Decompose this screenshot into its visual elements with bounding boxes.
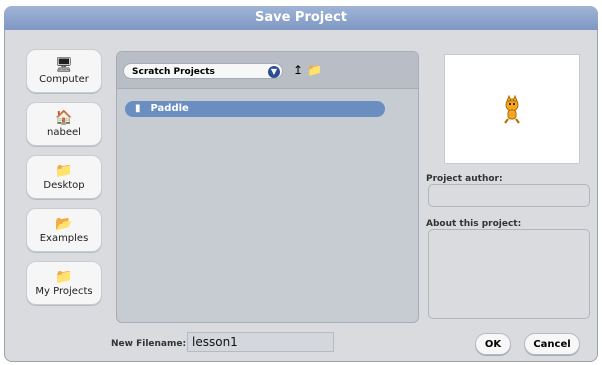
folder-icon: 📁 — [55, 268, 73, 285]
sidebar-item-label: My Projects — [35, 285, 93, 297]
home-icon: 🏠 — [55, 109, 73, 126]
cancel-button[interactable]: Cancel — [524, 333, 580, 355]
author-field[interactable] — [428, 184, 590, 207]
sidebar-item-my-projects[interactable]: 📁 My Projects — [26, 261, 102, 305]
sidebar-item-examples[interactable]: 📂 Examples — [26, 208, 102, 252]
location-label: Scratch Projects — [132, 67, 215, 77]
about-label: About this project: — [426, 219, 522, 229]
filename-input[interactable]: lesson1 — [187, 332, 334, 352]
examples-icon: 📂 — [55, 215, 73, 232]
about-textarea[interactable] — [428, 229, 590, 319]
file-name: Paddle — [150, 103, 189, 114]
sidebar-item-nabeel[interactable]: 🏠 nabeel — [26, 102, 102, 146]
file-browser-toolbar: Scratch Projects ▼ ↥ 📁 — [117, 52, 418, 89]
sidebar-item-label: Examples — [39, 232, 89, 244]
scratch-cat-icon — [504, 95, 520, 124]
save-project-dialog: Save Project 🖥 Computer 🏠 nabeel 📁 Deskt… — [4, 6, 598, 362]
computer-icon: 🖥 — [55, 56, 73, 73]
sidebar-item-computer[interactable]: 🖥 Computer — [26, 49, 102, 93]
sidebar-item-desktop[interactable]: 📁 Desktop — [26, 155, 102, 199]
dialog-title: Save Project — [4, 6, 598, 30]
file-row[interactable]: ▮ Paddle — [125, 101, 385, 117]
folder-icon: 📁 — [55, 162, 73, 179]
sidebar-item-label: Computer — [39, 73, 89, 85]
author-label: Project author: — [426, 174, 503, 184]
document-icon: ▮ — [135, 103, 141, 114]
sidebar-item-label: Desktop — [43, 179, 85, 191]
location-dropdown[interactable]: Scratch Projects ▼ — [123, 63, 283, 79]
new-folder-icon[interactable]: 📁 — [307, 64, 322, 76]
chevron-down-icon[interactable]: ▼ — [268, 66, 280, 78]
ok-button[interactable]: OK — [475, 333, 511, 355]
sidebar-item-label: nabeel — [47, 126, 81, 138]
filename-label: New Filename: — [111, 339, 187, 349]
file-browser: Scratch Projects ▼ ↥ 📁 ▮ Paddle — [116, 51, 419, 323]
up-folder-icon[interactable]: ↥ — [293, 64, 303, 76]
project-thumbnail — [444, 54, 580, 164]
